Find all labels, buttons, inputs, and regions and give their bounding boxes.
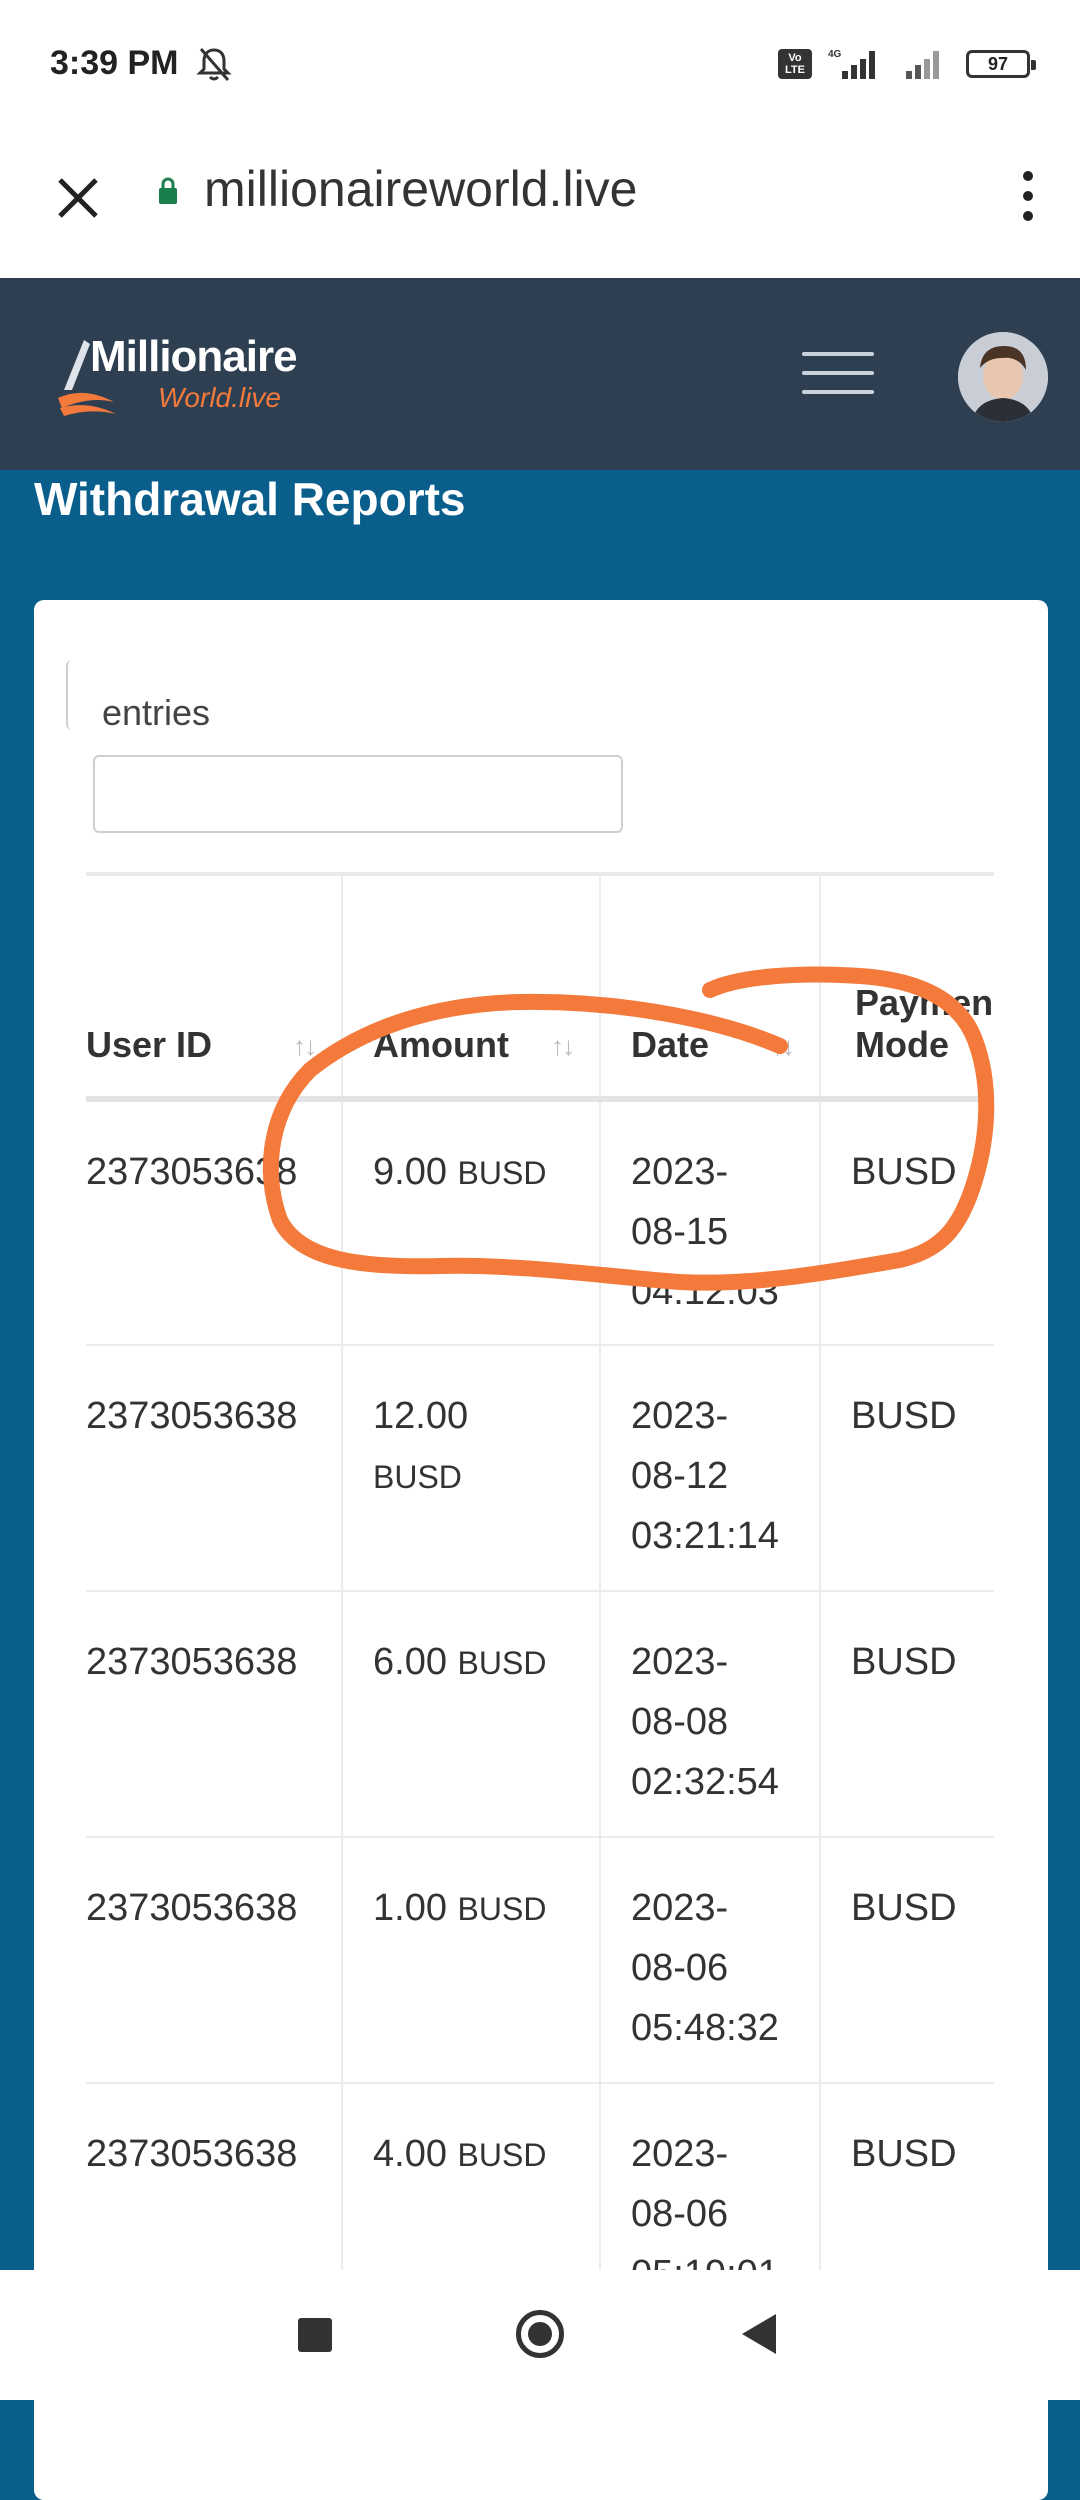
column-header-payment-mode[interactable]: Paymen Mode [820,872,994,1102]
cell-amount: 1.00 BUSD [342,1837,601,2084]
back-icon[interactable] [742,2314,776,2354]
cell-amount: 12.00 BUSD [342,1345,601,1592]
logo-main-text: Millionaire [90,332,298,381]
cell-date: 2023- 08-15 04:12:03 [600,1099,821,1346]
avatar[interactable] [958,332,1048,422]
cell-user-id: 2373053638 [86,1345,343,1592]
svg-text:4G: 4G [828,49,842,60]
url-text[interactable]: millionaireworld.live [204,160,637,218]
cell-payment-mode: BUSD [820,1837,994,2084]
battery-icon: 97 [966,50,1036,78]
cell-payment-mode: BUSD [820,1099,994,1346]
table-row: 2373053638 1.00 BUSD 2023- 08-06 05:48:32 … [86,1837,994,2084]
cell-date: 2023- 08-06 05:48:32 [600,1837,821,2084]
lock-icon [159,177,177,204]
column-header-user-id[interactable]: User ID ↑↓ [86,872,343,1102]
cell-user-id: 2373053638 [86,1099,343,1346]
site-header: Millionaire World.live [0,278,1080,470]
cell-user-id: 2373053638 [86,2083,343,2272]
page-title: Withdrawal Reports [34,473,466,525]
withdrawal-table: User ID ↑↓ Amount ↑↓ Date ↑↓ Paymen Mode 237… [86,872,994,2272]
bell-muted-icon [196,48,232,81]
cell-payment-mode: BUSD [820,1345,994,1592]
signal-4g-icon: 4G [828,49,875,79]
cell-user-id: 2373053638 [86,1591,343,1838]
volte-icon: Vo LTE [778,49,812,79]
column-header-date[interactable]: Date ↑↓ [600,872,821,1102]
cell-date: 2023- 08-08 02:32:54 [600,1591,821,1838]
cell-amount: 4.00 BUSD [342,2083,601,2272]
table-header-row: User ID ↑↓ Amount ↑↓ Date ↑↓ Paymen Mode [86,872,994,1102]
site-logo[interactable]: Millionaire World.live [54,330,334,420]
cell-user-id: 2373053638 [86,1837,343,2084]
table-row: 2373053638 12.00 BUSD 2023- 08-12 03:21:14 … [86,1345,994,1592]
cell-payment-mode: BUSD [820,2083,994,2272]
status-time: 3:39 PM [50,44,179,82]
search-input[interactable] [93,755,623,833]
logo-sub-text: World.live [158,382,281,413]
table-row: 2373053638 6.00 BUSD 2023- 08-08 02:32:54 … [86,1591,994,1838]
sort-icon: ↑↓ [551,1031,575,1061]
status-bar: 3:39 PM Vo LTE 4G 97 [0,0,1080,130]
column-header-amount[interactable]: Amount ↑↓ [342,872,601,1102]
cell-payment-mode: BUSD [820,1591,994,1838]
table-row: 2373053638 9.00 BUSD 2023- 08-15 04:12:03 … [86,1099,994,1346]
status-icons: Vo LTE 4G 97 [778,44,1036,84]
entries-length-select[interactable]: entries [66,660,308,733]
cell-amount: 9.00 BUSD [342,1099,601,1346]
sort-icon: ↑↓ [771,1031,795,1061]
cell-date: 2023- 08-12 03:21:14 [600,1345,821,1592]
home-icon[interactable] [516,2310,564,2358]
cell-amount: 6.00 BUSD [342,1591,601,1838]
recents-icon[interactable] [298,2318,332,2352]
more-vert-icon[interactable] [1010,164,1046,228]
close-icon[interactable] [50,170,106,226]
system-nav-bar [0,2270,1080,2400]
browser-url-bar: millionaireworld.live [0,130,1080,278]
entries-label: entries [102,692,211,733]
sort-icon: ↑↓ [293,1031,317,1061]
table-row: 2373053638 4.00 BUSD 2023-08-0605:19:01 … [86,2083,994,2272]
cell-date: 2023-08-0605:19:01 [600,2083,821,2272]
menu-hamburger-icon[interactable] [802,352,874,402]
signal-icon [906,51,939,79]
